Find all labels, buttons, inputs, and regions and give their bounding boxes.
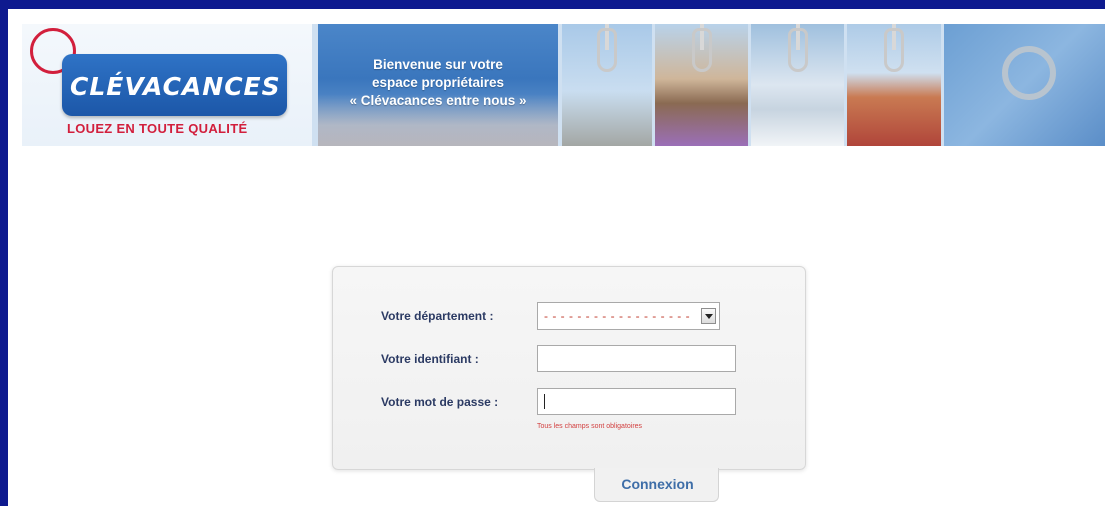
logo-tagline: LOUEZ EN TOUTE QUALITÉ [67, 121, 248, 136]
banner-photo-keys [944, 24, 1105, 146]
logo-text: CLÉVACANCES [70, 72, 281, 101]
welcome-line-3: « Clévacances entre nous » [349, 93, 527, 108]
login-form: Votre département : - - - - - - - - - - … [332, 266, 806, 470]
banner-photo-house [655, 24, 748, 146]
required-fields-note: Tous les champs sont obligatoires [537, 423, 643, 430]
left-border [0, 0, 8, 506]
key-ring-icon [691, 28, 712, 72]
connexion-button[interactable]: Connexion [595, 476, 720, 492]
key-ring-icon [597, 28, 617, 72]
welcome-line-1: Bienvenue sur votre [373, 57, 503, 72]
chevron-down-icon[interactable] [701, 308, 716, 324]
key-icon [1002, 46, 1056, 100]
welcome-panel: Bienvenue sur votre espace propriétaires… [318, 24, 558, 146]
logo: CLÉVACANCES LOUEZ EN TOUTE QUALITÉ [22, 24, 312, 146]
top-border [0, 0, 1105, 9]
connexion-tab[interactable]: Connexion [594, 468, 719, 502]
key-ring-icon [884, 28, 904, 72]
banner-photo-mountain [751, 24, 844, 146]
identifier-input[interactable] [537, 345, 736, 372]
password-label: Votre mot de passe : [381, 395, 499, 409]
text-cursor [544, 394, 545, 409]
department-select[interactable]: - - - - - - - - - - - - - - - - - - [537, 302, 720, 330]
header-banner: CLÉVACANCES LOUEZ EN TOUTE QUALITÉ Bienv… [22, 24, 1105, 146]
department-label: Votre département : [381, 309, 494, 323]
welcome-message: Bienvenue sur votre espace propriétaires… [318, 56, 558, 110]
identifier-label: Votre identifiant : [381, 352, 479, 366]
banner-photo-city [847, 24, 941, 146]
welcome-line-2: espace propriétaires [371, 75, 505, 90]
department-select-value: - - - - - - - - - - - - - - - - - - [544, 309, 691, 323]
banner-photo-seaside [562, 24, 652, 146]
password-input[interactable] [537, 388, 736, 415]
key-ring-icon [787, 28, 808, 72]
